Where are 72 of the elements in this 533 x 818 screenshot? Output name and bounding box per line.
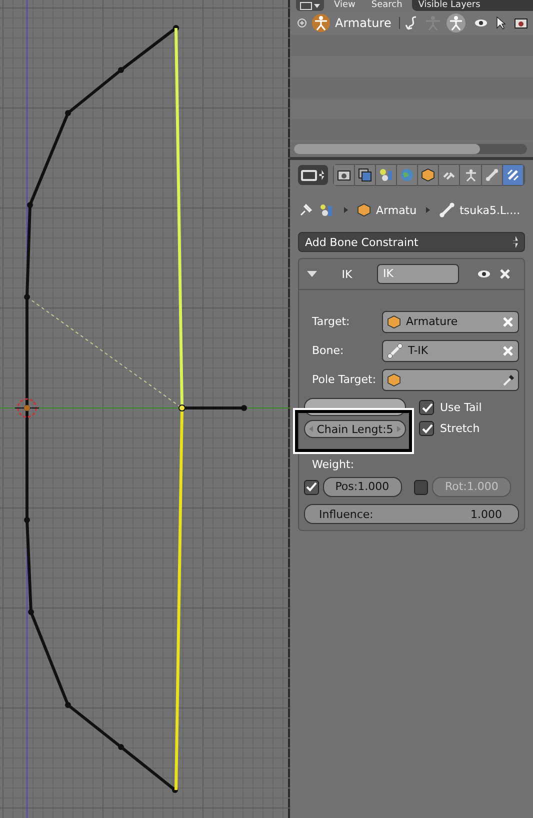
eye-icon[interactable]: [477, 269, 491, 279]
constraint-tab[interactable]: [439, 165, 460, 185]
render-tab[interactable]: [334, 165, 354, 185]
camera-icon[interactable]: [514, 17, 528, 29]
scrollbar-thumb[interactable]: [294, 144, 480, 154]
object-tab[interactable]: [418, 165, 438, 185]
layers-tab[interactable]: [354, 165, 375, 185]
position-weight-field[interactable]: Pos:1.000: [322, 477, 402, 497]
checkbox-label[interactable]: Stretch: [440, 422, 480, 435]
pin-icon[interactable]: [298, 202, 314, 218]
checkbox[interactable]: [419, 421, 434, 436]
ik-bone[interactable]: [174, 410, 184, 790]
eye-icon[interactable]: [474, 18, 488, 28]
bone-icon: [484, 168, 499, 182]
breadcrumb-item[interactable]: Armatu: [376, 204, 417, 216]
selected-bone[interactable]: [174, 28, 184, 406]
bone-icon: [387, 342, 403, 358]
bone-link-icon: [506, 168, 520, 182]
checkbox-label[interactable]: Use Tail: [440, 401, 482, 414]
bone-joint[interactable]: [178, 404, 186, 412]
left-arrow-icon: [309, 426, 313, 432]
data-tab[interactable]: [460, 165, 481, 185]
bone-constraint-tab[interactable]: [502, 165, 523, 185]
outliner-item-name[interactable]: Armature: [335, 16, 392, 30]
bone-tab[interactable]: [482, 165, 502, 185]
figure-icon: [446, 13, 466, 33]
caret-icon: [426, 207, 430, 213]
editor-type-button[interactable]: [298, 165, 328, 185]
3d-cursor-icon: [14, 398, 40, 418]
checkbox[interactable]: [414, 480, 428, 494]
weight-label: Weight:: [312, 458, 356, 471]
figure-icon: [464, 168, 478, 182]
cube-icon: [387, 314, 401, 328]
slider-value: 1.000: [470, 508, 502, 520]
scene-icon: [319, 202, 335, 218]
cube-icon: [357, 203, 371, 217]
field-label: Bone:: [311, 344, 345, 357]
checkbox[interactable]: [419, 400, 434, 415]
disclosure-triangle-icon[interactable]: [307, 271, 317, 277]
right-arrow-icon: [397, 426, 401, 432]
camera-icon: [336, 169, 351, 181]
armature-bone-chain[interactable]: [24, 25, 179, 793]
field-label: Target:: [311, 315, 351, 328]
scene-icon: [378, 168, 393, 182]
field-label: Pole Target:: [311, 373, 378, 386]
breadcrumb-item[interactable]: tsuka5.L....: [460, 204, 520, 216]
constraint-type-label: IK: [340, 268, 354, 280]
cursor-arrow-icon[interactable]: [496, 16, 506, 30]
header-tab[interactable]: View: [328, 0, 362, 11]
chain-length-field[interactable]: Chain Lengt:5: [304, 420, 406, 438]
caret-icon: [344, 207, 348, 213]
close-icon[interactable]: [499, 268, 511, 280]
layers-icon: [358, 168, 372, 182]
cube-icon: [387, 372, 401, 386]
eyedropper-icon[interactable]: [502, 372, 514, 386]
scene-tab[interactable]: [376, 165, 396, 185]
constraint-name-field[interactable]: IK: [377, 264, 459, 284]
armature-figure-icon: [311, 13, 331, 33]
editor-type-button[interactable]: [296, 0, 324, 11]
checkbox[interactable]: [304, 480, 319, 494]
header-tab[interactable]: Visible Layers: [412, 0, 533, 11]
expand-icon[interactable]: [297, 18, 307, 28]
slider-label: Influence:: [319, 508, 374, 520]
header-tab[interactable]: Search: [365, 0, 408, 11]
target-field[interactable]: Armature: [382, 310, 519, 332]
add-constraint-dropdown[interactable]: Add Bone Constraint: [298, 232, 525, 252]
bone-icon: [438, 202, 455, 218]
cube-icon: [421, 168, 436, 182]
influence-slider[interactable]: Influence: 1.000: [304, 504, 519, 524]
globe-icon: [400, 168, 414, 182]
target-field[interactable]: T-IK: [382, 340, 519, 362]
target-field[interactable]: [382, 368, 519, 390]
